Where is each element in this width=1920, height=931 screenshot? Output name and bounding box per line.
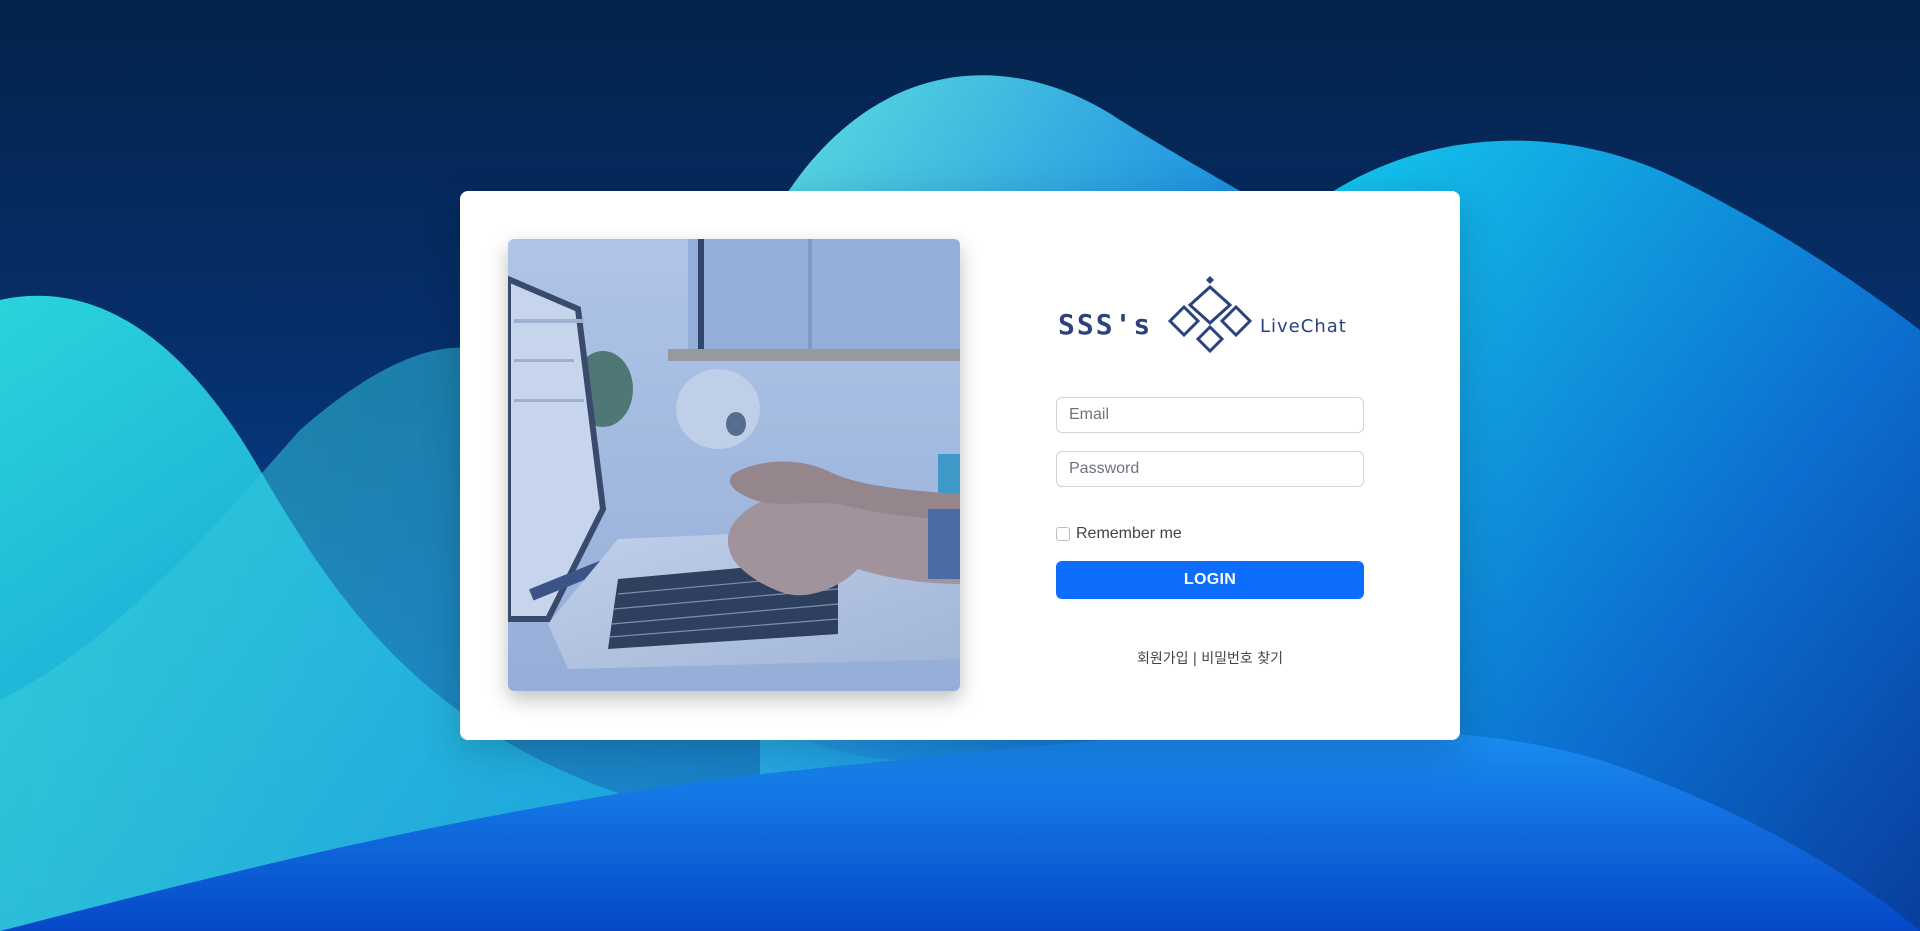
laptop-typing-image [508,239,960,691]
login-form-panel: SSS's LiveChat Remember me LOGIN 회원가입|비밀… [1056,191,1366,740]
find-password-link[interactable]: 비밀번호 찾기 [1201,651,1283,667]
login-button[interactable]: LOGIN [1056,561,1364,599]
link-separator: | [1192,651,1198,667]
login-card: SSS's LiveChat Remember me LOGIN 회원가입|비밀… [460,191,1460,740]
remember-me-checkbox[interactable] [1056,527,1070,541]
email-input[interactable] [1056,397,1364,433]
logo-left-text: SSS's [1058,308,1152,341]
remember-me-row[interactable]: Remember me [1056,524,1182,544]
password-input[interactable] [1056,451,1364,487]
remember-me-label: Remember me [1076,525,1182,542]
logo-right-text: LiveChat [1260,316,1347,337]
signup-link[interactable]: 회원가입 [1137,651,1189,667]
account-links: 회원가입 | 비밀번호 찾기 [1056,648,1364,668]
sss-livechat-logo: SSS's LiveChat [1056,275,1366,367]
